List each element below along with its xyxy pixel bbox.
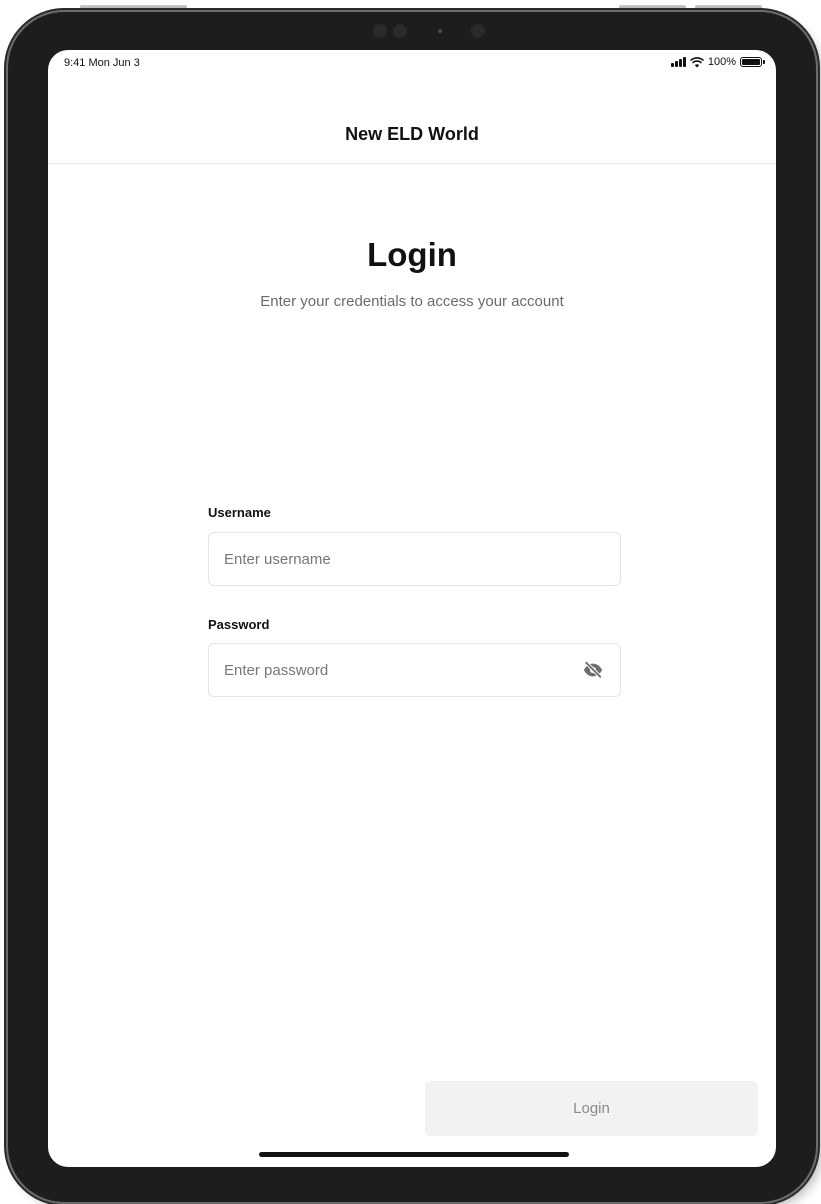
page: 9:41 Mon Jun 3 100% New ELD World Login … [0,0,821,1204]
navigation-bar: New ELD World [48,76,776,164]
page-title: Login [367,236,457,273]
password-input[interactable] [209,644,620,696]
eye-off-icon[interactable] [582,659,604,681]
status-bar: 9:41 Mon Jun 3 100% [48,50,776,76]
camera-icon [471,24,485,38]
username-label: Username [208,505,271,520]
light-sensor-icon [438,29,442,33]
sensor-icon [373,24,387,38]
password-field [208,643,621,697]
home-indicator [259,1152,569,1157]
wifi-icon [689,56,704,67]
tablet-frame: 9:41 Mon Jun 3 100% New ELD World Login … [8,12,816,1202]
screen: 9:41 Mon Jun 3 100% New ELD World Login … [48,50,776,1167]
username-input[interactable] [209,533,620,585]
password-label: Password [208,617,270,632]
username-field [208,532,621,586]
signal-icon [670,57,686,67]
status-time: 9:41 Mon Jun 3 [64,57,140,69]
battery-percent: 100% [707,56,736,68]
page-subtitle: Enter your credentials to access your ac… [260,293,564,310]
battery-icon [740,57,765,67]
status-indicators: 100% [670,56,765,68]
app-title: New ELD World [345,124,479,144]
sensor-icon [393,24,407,38]
camera-housing [363,12,513,48]
login-button[interactable]: Login [425,1081,758,1136]
